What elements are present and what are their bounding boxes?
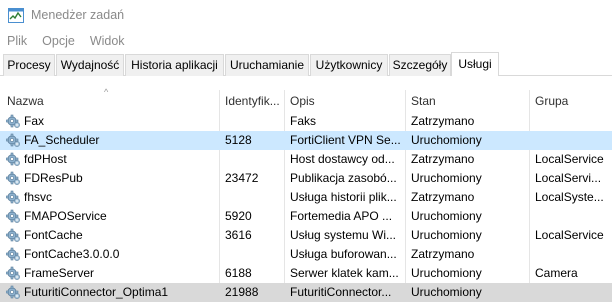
service-group: [535, 207, 609, 226]
task-manager-icon: [8, 8, 24, 23]
column-header-status[interactable]: Stan: [411, 94, 526, 108]
service-description: Usług systemu Wi...: [290, 228, 397, 242]
table-row[interactable]: FrameServer 6188 Serwer klatek kam... Ur…: [0, 264, 612, 283]
service-name: fdPHost: [24, 152, 67, 166]
menu-bar: Plik Opcje Widok: [0, 32, 612, 52]
service-pid: [225, 245, 283, 264]
service-group: LocalServi...: [535, 171, 602, 185]
table-row[interactable]: FontCache 3616 Usług systemu Wi... Uruch…: [0, 226, 612, 245]
service-status: Zatrzymano: [411, 190, 475, 204]
service-name: FuturitiConnector_Optima1: [24, 285, 169, 299]
tab-uruchamianie[interactable]: Uruchamianie: [225, 54, 309, 76]
service-group: Camera: [535, 266, 578, 280]
service-status: Zatrzymano: [411, 114, 475, 128]
tab-uslugi[interactable]: Usługi: [451, 52, 499, 77]
table-header: ^ Nazwa Identyfik... Opis Stan Grupa: [0, 76, 612, 116]
column-header-group[interactable]: Grupa: [535, 94, 609, 108]
service-name: FDResPub: [24, 171, 83, 185]
column-header-description[interactable]: Opis: [290, 94, 402, 108]
table-row[interactable]: FDResPub 23472 Publikacja zasobó... Uruc…: [0, 169, 612, 188]
service-description: Publikacja zasobó...: [290, 171, 397, 185]
service-status: Uruchomiony: [411, 209, 482, 223]
window-title: Menedżer zadań: [31, 8, 125, 22]
service-name: FontCache: [24, 228, 83, 242]
service-gear-icon: [6, 190, 21, 205]
services-table: ^ Nazwa Identyfik... Opis Stan Grupa Fax…: [0, 76, 612, 302]
tab-uzytkownicy[interactable]: Użytkownicy: [310, 54, 388, 76]
service-pid: [225, 188, 283, 207]
tab-szczegoly[interactable]: Szczegóły: [389, 54, 451, 76]
service-gear-icon: [6, 266, 21, 281]
service-status: Uruchomiony: [411, 266, 482, 280]
service-gear-icon: [6, 228, 21, 243]
service-pid: 5128: [225, 133, 252, 147]
service-name: FontCache3.0.0.0: [24, 247, 120, 261]
table-row[interactable]: FMAPOService 5920 Fortemedia APO ... Uru…: [0, 207, 612, 226]
table-row[interactable]: FontCache3.0.0.0 Usługa buforowan... Zat…: [0, 245, 612, 264]
service-gear-icon: [6, 114, 21, 129]
service-pid: 3616: [225, 228, 252, 242]
service-name: Fax: [24, 114, 45, 128]
service-description: Fortemedia APO ...: [290, 209, 393, 223]
menu-plik[interactable]: Plik: [0, 32, 35, 52]
service-pid: 23472: [225, 171, 259, 185]
service-pid: [225, 150, 283, 169]
service-status: Uruchomiony: [411, 171, 482, 185]
service-pid: 5920: [225, 209, 252, 223]
service-pid: 6188: [225, 266, 252, 280]
service-name: fhsvc: [24, 190, 53, 204]
tab-strip: Procesy Wydajność Historia aplikacji Uru…: [0, 52, 612, 77]
table-row[interactable]: FA_Scheduler 5128 FortiClient VPN Se... …: [0, 131, 612, 150]
service-pid: 21988: [225, 285, 259, 299]
menu-opcje[interactable]: Opcje: [35, 32, 83, 52]
column-header-pid[interactable]: Identyfik...: [225, 94, 283, 108]
service-group: [535, 245, 609, 264]
service-status: Uruchomiony: [411, 133, 482, 147]
service-status: Zatrzymano: [411, 152, 475, 166]
service-gear-icon: [6, 133, 21, 148]
service-group: [535, 283, 609, 302]
service-group: [535, 131, 609, 150]
service-description: Serwer klatek kam...: [290, 266, 399, 280]
table-row[interactable]: FuturitiConnector_Optima1 21988 Futuriti…: [0, 283, 612, 302]
service-name: FrameServer: [24, 266, 95, 280]
service-name: FA_Scheduler: [24, 133, 100, 147]
service-group: LocalSyste...: [535, 190, 604, 204]
table-row[interactable]: fhsvc Usługa historii plik... Zatrzymano…: [0, 188, 612, 207]
column-header-name[interactable]: Nazwa: [7, 94, 212, 108]
service-description: Usługa historii plik...: [290, 190, 397, 204]
service-gear-icon: [6, 152, 21, 167]
service-description: FuturitiConnector...: [290, 285, 392, 299]
service-description: Host dostawcy od...: [290, 152, 395, 166]
tab-historia-aplikacji[interactable]: Historia aplikacji: [125, 54, 224, 76]
service-description: Usługa buforowan...: [290, 247, 397, 261]
table-row[interactable]: Fax Faks Zatrzymano: [0, 112, 612, 131]
service-group: LocalService: [535, 152, 604, 166]
tab-procesy[interactable]: Procesy: [3, 54, 55, 76]
service-description: FortiClient VPN Se...: [290, 133, 401, 147]
service-status: Zatrzymano: [411, 247, 475, 261]
service-name: FMAPOService: [24, 209, 107, 223]
service-gear-icon: [6, 285, 21, 300]
tab-wydajnosc[interactable]: Wydajność: [56, 54, 124, 76]
table-row[interactable]: fdPHost Host dostawcy od... Zatrzymano L…: [0, 150, 612, 169]
service-status: Uruchomiony: [411, 228, 482, 242]
service-group: [535, 112, 609, 131]
service-description: Faks: [290, 114, 317, 128]
title-bar: Menedżer zadań: [0, 0, 612, 32]
service-group: LocalService: [535, 228, 604, 242]
service-pid: [225, 112, 283, 131]
service-status: Uruchomiony: [411, 285, 482, 299]
service-gear-icon: [6, 209, 21, 224]
service-gear-icon: [6, 171, 21, 186]
menu-widok[interactable]: Widok: [83, 32, 133, 52]
service-gear-icon: [6, 247, 21, 262]
